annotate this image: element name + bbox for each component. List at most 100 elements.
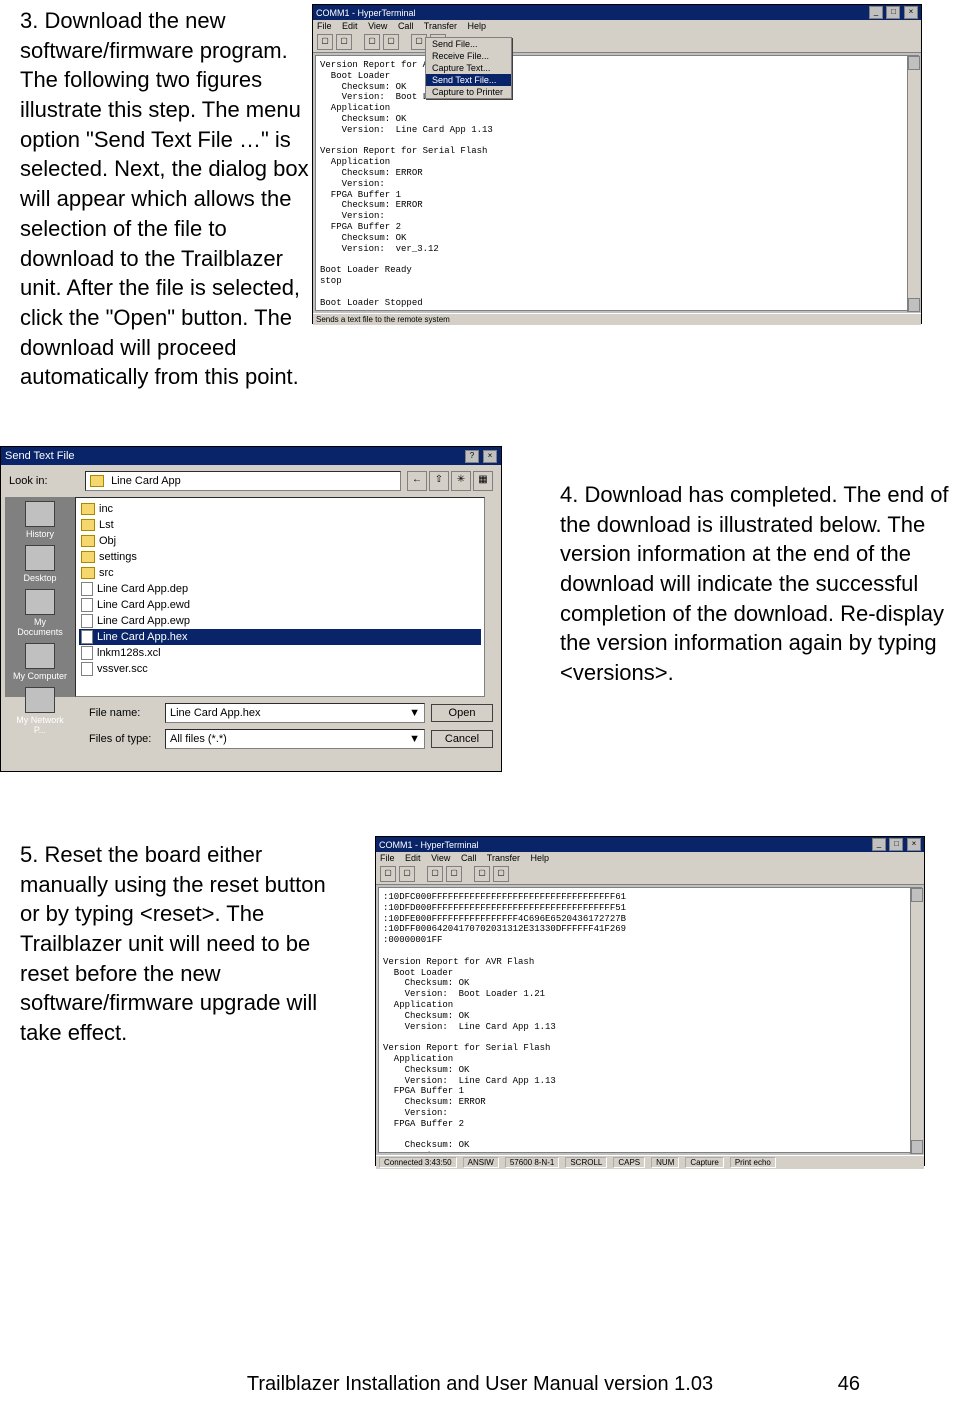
place-mycomputer[interactable]: My Computer	[10, 643, 70, 681]
status-capture: Capture	[685, 1157, 723, 1168]
toolbar-btn[interactable]: ▢	[383, 34, 399, 50]
close-icon[interactable]: ×	[483, 450, 497, 463]
menu-file[interactable]: File	[317, 21, 332, 31]
dd-capture-text[interactable]: Capture Text...	[426, 62, 511, 74]
menu-transfer[interactable]: Transfer	[487, 853, 520, 863]
cancel-button[interactable]: Cancel	[431, 730, 493, 748]
dd-receive-file[interactable]: Receive File...	[426, 50, 511, 62]
maximize-icon[interactable]: □	[889, 838, 903, 851]
menu-help[interactable]: Help	[531, 853, 550, 863]
toolbar-btn[interactable]: ▢	[364, 34, 380, 50]
filetype-label: Files of type:	[89, 733, 159, 745]
dd-send-text-file[interactable]: Send Text File...	[426, 74, 511, 86]
win1-toolbar: ▢ ▢ ▢ ▢ ▢ ▢	[313, 32, 921, 53]
minimize-icon[interactable]: _	[869, 6, 883, 19]
file-list[interactable]: incLstObjsettingssrcLine Card App.depLin…	[75, 497, 485, 697]
place-desktop[interactable]: Desktop	[10, 545, 70, 583]
menu-edit[interactable]: Edit	[342, 21, 358, 31]
menu-edit[interactable]: Edit	[405, 853, 421, 863]
menu-file[interactable]: File	[380, 853, 395, 863]
win1-menubar: File Edit View Call Transfer Help	[313, 20, 921, 32]
file-item[interactable]: Line Card App.dep	[79, 581, 481, 597]
step4-block: 4. Download has completed. The end of th…	[560, 480, 960, 688]
folder-item[interactable]: Obj	[79, 533, 481, 549]
toolbar-btn[interactable]: ▢	[336, 34, 352, 50]
menu-view[interactable]: View	[431, 853, 450, 863]
close-icon[interactable]: ×	[904, 6, 918, 19]
status-connected: Connected 3:43:50	[379, 1157, 457, 1168]
win1-statusbar: Sends a text file to the remote system	[313, 313, 921, 325]
win1-status-text: Sends a text file to the remote system	[316, 315, 450, 324]
mydocs-icon	[25, 589, 55, 615]
win2-window-controls: _ □ ×	[871, 838, 921, 851]
open-button[interactable]: Open	[431, 704, 493, 722]
dlg-nav-icons: ← ⇧ ✳ ▦	[407, 471, 493, 491]
dd-capture-printer[interactable]: Capture to Printer	[426, 86, 511, 98]
folder-item[interactable]: src	[79, 565, 481, 581]
lookin-combo[interactable]: Line Card App	[85, 471, 401, 491]
network-icon	[25, 687, 55, 713]
menu-help[interactable]: Help	[468, 21, 487, 31]
dd-send-file[interactable]: Send File...	[426, 38, 511, 50]
toolbar-btn[interactable]: ▢	[380, 866, 396, 882]
filename-field[interactable]: Line Card App.hex▼	[165, 703, 425, 723]
desktop-icon	[25, 545, 55, 571]
hyperterminal-window-1: COMM1 - HyperTerminal _ □ × File Edit Vi…	[312, 4, 922, 324]
toolbar-btn[interactable]: ▢	[399, 866, 415, 882]
help-icon[interactable]: ?	[465, 450, 479, 463]
place-history[interactable]: History	[10, 501, 70, 539]
file-item[interactable]: Line Card App.ewd	[79, 597, 481, 613]
filetype-field[interactable]: All files (*.*)▼	[165, 729, 425, 749]
step5-num: 5.	[20, 842, 38, 867]
hyperterminal-window-2: COMM1 - HyperTerminal _ □ × File Edit Vi…	[375, 836, 925, 1166]
menu-call[interactable]: Call	[398, 21, 414, 31]
menu-view[interactable]: View	[368, 21, 387, 31]
step3-block: 3. Download the new software/firmware pr…	[20, 6, 320, 392]
page-footer: Trailblazer Installation and User Manual…	[0, 1373, 960, 1396]
file-item[interactable]: Line Card App.hex	[79, 629, 481, 645]
toolbar-btn[interactable]: ▢	[493, 866, 509, 882]
win1-window-controls: _ □ ×	[868, 6, 918, 19]
minimize-icon[interactable]: _	[872, 838, 886, 851]
folder-icon	[90, 475, 104, 487]
scrollbar[interactable]	[907, 56, 920, 312]
folder-item[interactable]: inc	[79, 501, 481, 517]
file-item[interactable]: vssver.scc	[79, 661, 481, 677]
newfolder-icon[interactable]: ✳	[451, 471, 471, 491]
status-printecho: Print echo	[730, 1157, 776, 1168]
maximize-icon[interactable]: □	[886, 6, 900, 19]
win1-title: COMM1 - HyperTerminal	[316, 8, 416, 18]
toolbar-btn[interactable]: ▢	[317, 34, 333, 50]
filename-label: File name:	[89, 707, 159, 719]
win2-terminal: :10DFC000FFFFFFFFFFFFFFFFFFFFFFFFFFFFFFF…	[378, 887, 922, 1153]
win2-statusbar: Connected 3:43:50 ANSIW 57600 8-N-1 SCRO…	[376, 1155, 924, 1169]
place-mydocs[interactable]: My Documents	[10, 589, 70, 637]
win2-menubar: File Edit View Call Transfer Help	[376, 852, 924, 864]
file-item[interactable]: lnkm128s.xcl	[79, 645, 481, 661]
toolbar-btn[interactable]: ▢	[474, 866, 490, 882]
file-item[interactable]: Line Card App.ewp	[79, 613, 481, 629]
place-network[interactable]: My Network P...	[10, 687, 70, 735]
menu-call[interactable]: Call	[461, 853, 477, 863]
status-num: NUM	[651, 1157, 679, 1168]
toolbar-btn[interactable]: ▢	[446, 866, 462, 882]
folder-item[interactable]: Lst	[79, 517, 481, 533]
footer-title: Trailblazer Installation and User Manual…	[247, 1373, 713, 1395]
menu-transfer[interactable]: Transfer	[424, 21, 457, 31]
toolbar-btn[interactable]: ▢	[427, 866, 443, 882]
step4-num: 4.	[560, 482, 578, 507]
dlg-titlebar: Send Text File ? ×	[1, 447, 501, 465]
up-icon[interactable]: ⇧	[429, 471, 449, 491]
step5-block: 5. Reset the board either manually using…	[20, 840, 340, 1048]
places-bar: History Desktop My Documents My Computer…	[5, 497, 75, 697]
step5-text: Reset the board either manually using th…	[20, 842, 326, 1045]
folder-item[interactable]: settings	[79, 549, 481, 565]
views-icon[interactable]: ▦	[473, 471, 493, 491]
dlg-title: Send Text File	[5, 450, 75, 462]
win1-titlebar: COMM1 - HyperTerminal _ □ ×	[313, 5, 921, 20]
back-icon[interactable]: ←	[407, 471, 427, 491]
history-icon	[25, 501, 55, 527]
win2-title: COMM1 - HyperTerminal	[379, 840, 479, 850]
close-icon[interactable]: ×	[907, 838, 921, 851]
scrollbar[interactable]	[910, 888, 923, 1154]
